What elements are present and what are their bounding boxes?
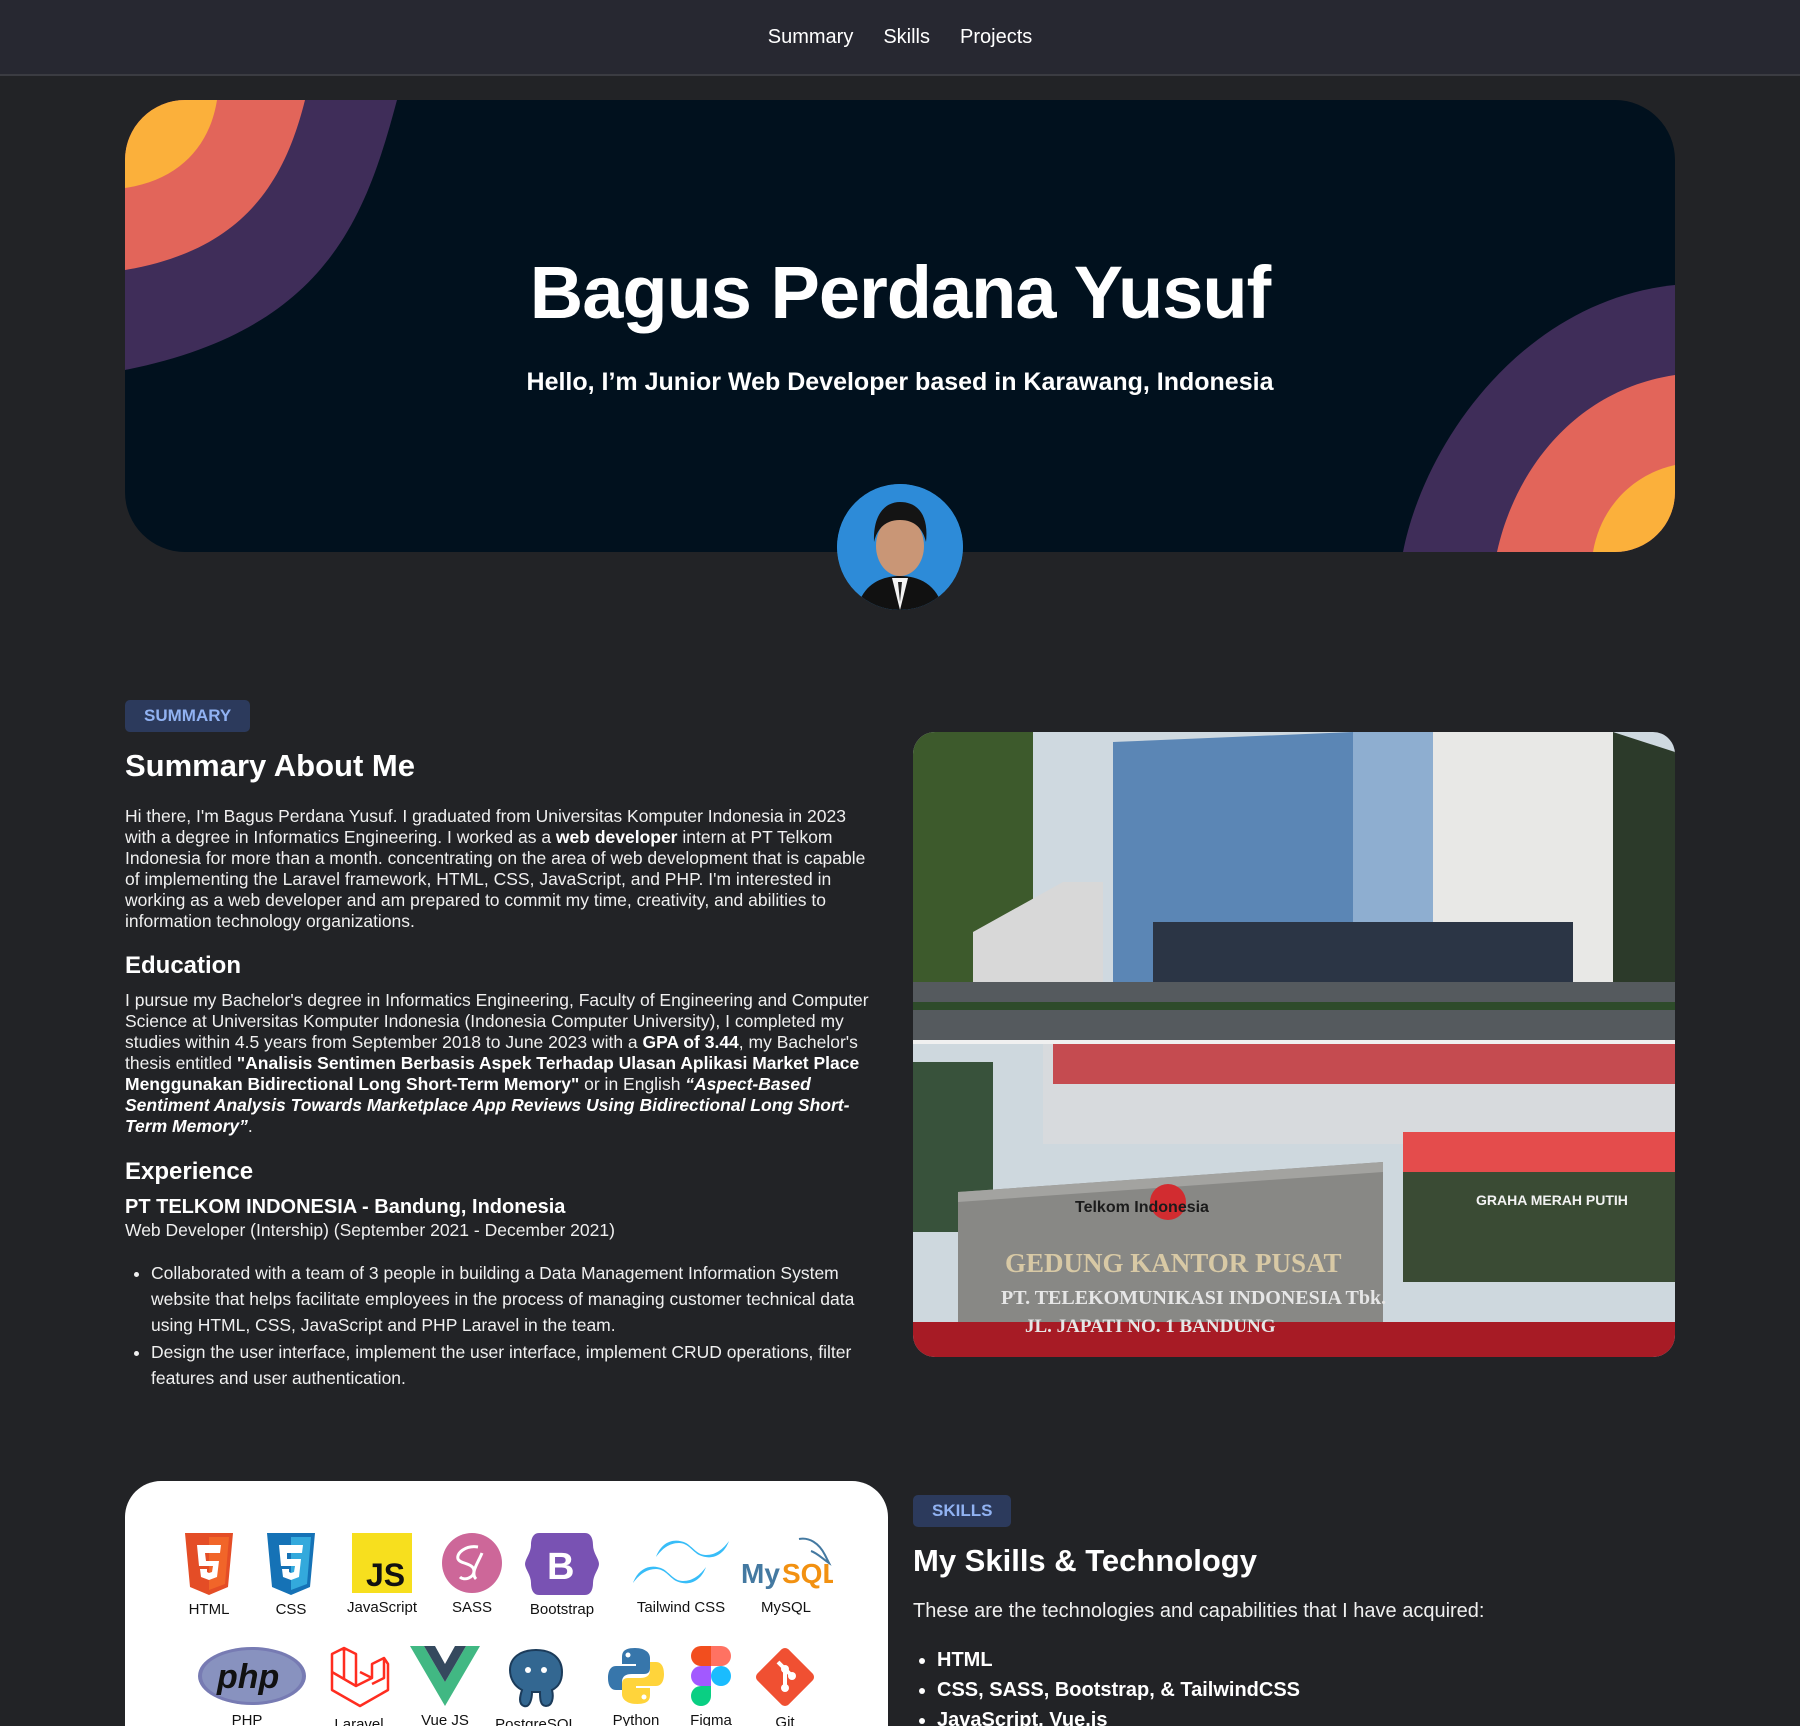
skills-intro: These are the technologies and capabilit… bbox=[913, 1600, 1485, 1622]
svg-text:Telkom Indonesia: Telkom Indonesia bbox=[1075, 1199, 1209, 1216]
skill-mysql: My SQL MySQL bbox=[736, 1533, 836, 1616]
vue-icon bbox=[410, 1646, 480, 1706]
avatar bbox=[837, 484, 963, 610]
telkom-office-photos: Telkom Indonesia GEDUNG KANTOR PUSAT PT.… bbox=[913, 732, 1675, 1357]
laravel-icon bbox=[330, 1646, 390, 1708]
svg-text:B: B bbox=[547, 1546, 574, 1588]
skill-css: CSS bbox=[241, 1533, 341, 1618]
git-icon bbox=[755, 1647, 815, 1707]
skills-icon-card: HTML CSS JS JavaScript SASS B Bootstrap … bbox=[125, 1481, 888, 1726]
hero-name-title: Bagus Perdana Yusuf bbox=[529, 251, 1271, 334]
experience-company: PT TELKOM INDONESIA - Bandung, Indonesia bbox=[125, 1196, 566, 1218]
education-paragraph: I pursue my Bachelor's degree in Informa… bbox=[125, 990, 869, 1136]
summary-badge: SUMMARY bbox=[125, 700, 251, 732]
svg-text:My: My bbox=[741, 1558, 780, 1589]
list-item: HTML bbox=[937, 1645, 1300, 1675]
css3-icon bbox=[267, 1533, 315, 1595]
skill-vue: Vue JS bbox=[395, 1646, 495, 1726]
sass-icon bbox=[442, 1533, 502, 1593]
skill-git: Git bbox=[735, 1646, 835, 1726]
list-item: Collaborated with a team of 3 people in … bbox=[151, 1260, 867, 1338]
experience-role: Web Developer (Intership) (September 202… bbox=[125, 1220, 615, 1240]
hero-subtitle: Hello, I’m Junior Web Developer based in… bbox=[526, 368, 1274, 396]
html5-icon bbox=[185, 1533, 233, 1595]
skill-postgresql: PostgreSQL bbox=[481, 1646, 591, 1726]
postgresql-icon bbox=[508, 1648, 564, 1708]
office-building-image: Telkom Indonesia GEDUNG KANTOR PUSAT PT.… bbox=[913, 732, 1675, 1357]
top-navbar: Summary Skills Projects bbox=[0, 0, 1800, 76]
svg-text:GEDUNG KANTOR PUSAT: GEDUNG KANTOR PUSAT bbox=[1005, 1248, 1342, 1278]
list-item: JavaScript, Vue.js bbox=[937, 1705, 1300, 1726]
svg-text:PT. TELEKOMUNIKASI INDONESIA T: PT. TELEKOMUNIKASI INDONESIA Tbk. bbox=[1001, 1287, 1386, 1309]
python-icon bbox=[608, 1648, 664, 1704]
skill-laravel: Laravel bbox=[309, 1646, 409, 1726]
list-item: Design the user interface, implement the… bbox=[151, 1339, 867, 1391]
summary-paragraph: Hi there, I'm Bagus Perdana Yusuf. I gra… bbox=[125, 806, 866, 931]
nav-link-projects[interactable]: Projects bbox=[960, 22, 1032, 53]
svg-text:GRAHA MERAH PUTIH: GRAHA MERAH PUTIH bbox=[1476, 1192, 1628, 1208]
list-item: CSS, SASS, Bootstrap, & TailwindCSS bbox=[937, 1675, 1300, 1705]
skills-badge: SKILLS bbox=[913, 1495, 1012, 1527]
tailwind-icon bbox=[633, 1540, 729, 1584]
php-icon: php bbox=[198, 1647, 306, 1705]
svg-text:SQL: SQL bbox=[782, 1558, 833, 1589]
education-title: Education bbox=[125, 952, 242, 979]
mysql-icon: My SQL bbox=[741, 1537, 833, 1589]
skill-php: php PHP bbox=[197, 1646, 306, 1726]
profile-photo bbox=[837, 484, 963, 610]
javascript-icon: JS bbox=[352, 1533, 412, 1593]
figma-icon bbox=[691, 1646, 731, 1706]
bootstrap-icon: B bbox=[525, 1533, 599, 1595]
nav-link-skills[interactable]: Skills bbox=[883, 22, 930, 53]
nav-link-summary[interactable]: Summary bbox=[768, 22, 854, 53]
experience-title: Experience bbox=[125, 1158, 254, 1185]
svg-text:JL. JAPATI NO. 1 BANDUNG: JL. JAPATI NO. 1 BANDUNG bbox=[1025, 1316, 1276, 1337]
skill-tailwind: Tailwind CSS bbox=[621, 1533, 741, 1616]
skills-list: HTML CSS, SASS, Bootstrap, & TailwindCSS… bbox=[913, 1645, 1300, 1726]
svg-text:JS: JS bbox=[366, 1557, 405, 1593]
svg-text:php: php bbox=[216, 1658, 279, 1696]
summary-title: Summary About Me bbox=[125, 748, 415, 783]
experience-bullets: Collaborated with a team of 3 people in … bbox=[127, 1260, 867, 1392]
skill-javascript: JS JavaScript bbox=[332, 1533, 432, 1616]
skill-sass: SASS bbox=[422, 1533, 522, 1616]
skill-bootstrap: B Bootstrap bbox=[512, 1533, 612, 1618]
skills-title: My Skills & Technology bbox=[913, 1543, 1257, 1578]
